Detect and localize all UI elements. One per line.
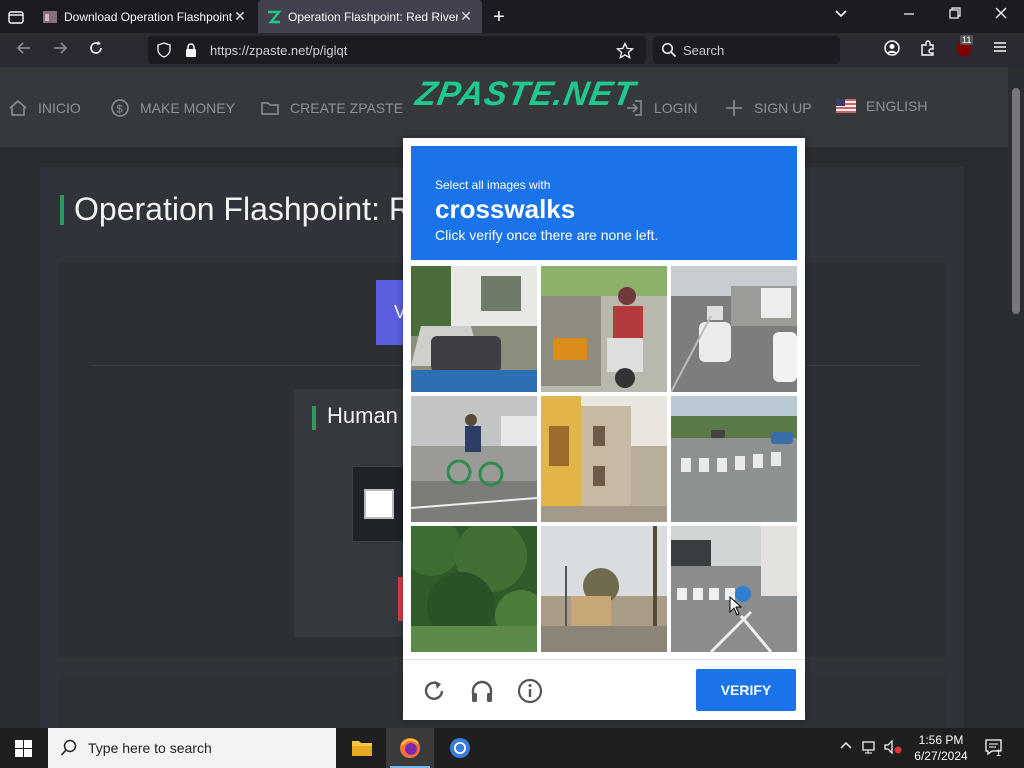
windows-logo-icon (15, 740, 32, 757)
verify-button[interactable]: VERIFY (696, 669, 796, 711)
restore-button[interactable] (940, 6, 970, 23)
captcha-footer-divider (403, 659, 805, 660)
nav-label: CREATE ZPASTE (290, 100, 404, 116)
folder-icon (261, 102, 279, 115)
dollar-icon: $ (111, 99, 129, 117)
close-window-button[interactable] (986, 6, 1016, 23)
page-favicon-icon (43, 10, 57, 23)
notification-count: 1 (996, 748, 1002, 758)
network-icon[interactable] (862, 740, 878, 757)
captcha-tile-cyclist[interactable] (411, 396, 537, 522)
minimize-button[interactable] (894, 6, 924, 23)
taskbar-search-placeholder: Type here to search (88, 740, 212, 756)
zpaste-favicon-icon (268, 10, 282, 23)
search-bar[interactable]: Search (653, 36, 840, 64)
reload-icon[interactable] (421, 678, 447, 704)
lock-icon[interactable] (184, 42, 198, 58)
captcha-tile-street-with-poles[interactable] (541, 526, 667, 652)
browser-toolbar: https://zpaste.net/p/iglqt Search 11 (0, 33, 1024, 67)
captcha-header: Select all images with crosswalks Click … (411, 146, 797, 260)
title-accent-bar (60, 195, 64, 225)
tab-title: Download Operation Flashpoint: Red (64, 9, 232, 24)
taskbar-clock[interactable]: 1:56 PM 6/27/2024 (902, 732, 980, 764)
site-navigation: INICIO $ MAKE MONEY CREATE ZPASTE ZPASTE… (0, 67, 1008, 147)
home-icon (9, 100, 27, 116)
browser-tab-bar: Download Operation Flashpoint: Red ✕ Ope… (0, 0, 1024, 33)
taskbar-chrome[interactable] (436, 728, 484, 768)
extensions-puzzle-icon[interactable] (916, 39, 940, 61)
close-tab-icon[interactable]: ✕ (458, 8, 474, 25)
nav-login[interactable]: LOGIN (624, 98, 698, 118)
folder-icon (352, 741, 372, 756)
nav-inicio[interactable]: INICIO (8, 98, 81, 118)
firefox-icon (400, 738, 420, 758)
tab-download[interactable]: Download Operation Flashpoint: Red ✕ (34, 0, 256, 33)
info-icon[interactable] (517, 678, 543, 704)
captcha-tile-crosswalk-intersection[interactable] (671, 526, 797, 652)
zpaste-logo[interactable]: ZPASTE.NET (413, 75, 639, 114)
new-tab-button[interactable]: + (488, 6, 510, 29)
search-placeholder: Search (683, 43, 725, 58)
captcha-tile-trees[interactable] (411, 526, 537, 652)
nav-label: INICIO (38, 100, 81, 116)
captcha-instruction: Select all images with (435, 178, 551, 192)
tab-title: Operation Flashpoint: Red River (288, 9, 458, 24)
start-button[interactable] (0, 728, 48, 768)
volume-muted-icon[interactable] (884, 739, 902, 757)
captcha-checkbox[interactable] (364, 489, 394, 519)
back-arrow-icon[interactable] (12, 39, 36, 61)
reload-icon[interactable] (84, 39, 108, 61)
scrollbar-thumb[interactable] (1012, 88, 1020, 314)
captcha-tile-motorbike-rider[interactable] (541, 266, 667, 392)
human-verification-title: Human (327, 403, 398, 428)
clock-date: 6/27/2024 (914, 749, 968, 763)
nav-create-zpaste[interactable]: CREATE ZPASTE (260, 98, 403, 118)
extension-badge: 11 (960, 35, 974, 45)
forward-arrow-icon[interactable] (48, 39, 72, 61)
clock-time: 1:56 PM (918, 733, 964, 747)
nav-label: MAKE MONEY (140, 100, 235, 116)
plus-icon (726, 100, 742, 116)
close-tab-icon[interactable]: ✕ (232, 8, 248, 25)
search-icon (661, 42, 677, 58)
captcha-tile-traffic-road[interactable] (671, 266, 797, 392)
taskbar-file-explorer[interactable] (338, 728, 386, 768)
taskbar-firefox[interactable] (386, 728, 434, 768)
title-accent-bar (312, 406, 316, 430)
ublock-shield-icon[interactable]: 11 (952, 35, 976, 61)
captcha-tile-crosswalk-street[interactable] (671, 396, 797, 522)
captcha-image-grid (411, 266, 797, 652)
search-icon (60, 739, 77, 756)
svg-text:$: $ (117, 104, 123, 116)
audio-headphones-icon[interactable] (469, 678, 495, 704)
us-flag-icon (836, 99, 856, 113)
captcha-hint: Click verify once there are none left. (435, 227, 659, 243)
captcha-tile-stairs-and-car[interactable] (411, 266, 537, 392)
tab-list-icon[interactable] (6, 7, 26, 27)
nav-label: ENGLISH (866, 98, 928, 114)
nav-label: LOGIN (654, 100, 698, 116)
captcha-target: crosswalks (435, 194, 576, 224)
windows-taskbar: Type here to search 1:56 PM 6/27/2024 1 (0, 728, 1024, 768)
tab-overflow-chevron-icon[interactable] (826, 6, 856, 23)
account-icon[interactable] (880, 39, 904, 61)
mouse-cursor-icon (729, 596, 743, 616)
nav-make-money[interactable]: $ MAKE MONEY (110, 98, 235, 118)
address-bar[interactable]: https://zpaste.net/p/iglqt (148, 36, 646, 64)
taskbar-search-box[interactable]: Type here to search (48, 728, 336, 768)
menu-hamburger-icon[interactable] (988, 39, 1012, 61)
bookmark-star-icon[interactable] (616, 42, 634, 60)
url-text: https://zpaste.net/p/iglqt (210, 43, 348, 58)
nav-label: SIGN UP (754, 100, 812, 116)
tray-chevron-up-icon[interactable] (840, 740, 852, 755)
chrome-icon (450, 738, 470, 758)
captcha-challenge: Select all images with crosswalks Click … (403, 138, 805, 720)
nav-language[interactable]: ENGLISH (836, 98, 927, 114)
tab-operation-flashpoint[interactable]: Operation Flashpoint: Red River ✕ (258, 0, 482, 33)
shield-icon[interactable] (156, 42, 172, 58)
nav-signup[interactable]: SIGN UP (724, 98, 812, 118)
notification-center-icon[interactable]: 1 (984, 738, 1004, 759)
captcha-tile-yellow-buildings[interactable] (541, 396, 667, 522)
login-icon (627, 100, 642, 116)
